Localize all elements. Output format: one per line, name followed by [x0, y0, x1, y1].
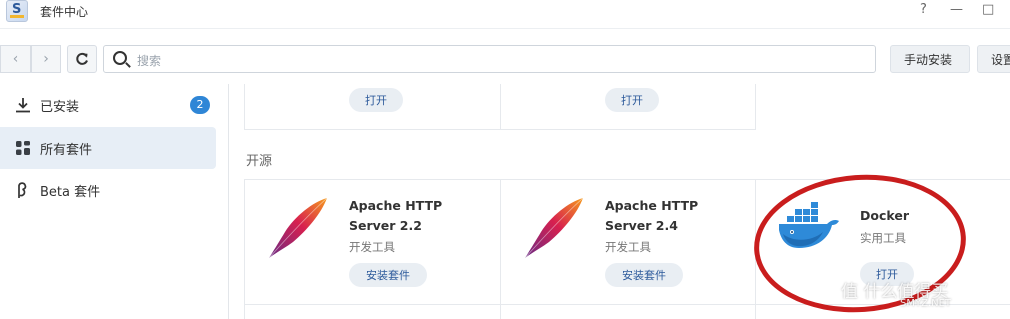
watermark-url: SMYZ.NET: [900, 298, 952, 309]
back-button[interactable]: ‹: [0, 45, 31, 73]
sidebar-item-label: 所有套件: [40, 142, 93, 158]
open-button[interactable]: 打开: [349, 88, 403, 112]
sidebar-item-label: Beta 套件: [40, 184, 101, 200]
card-border: [500, 84, 501, 130]
search-input[interactable]: 搜索: [103, 45, 876, 73]
settings-button[interactable]: 设置: [977, 45, 1010, 73]
chevron-right-icon: ›: [43, 51, 49, 67]
package-center-icon: S: [6, 0, 28, 22]
section-title-open-source: 开源: [246, 154, 273, 169]
chevron-left-icon: ‹: [12, 51, 19, 67]
sidebar-item-label: 已安装: [40, 99, 80, 115]
download-icon: [16, 98, 30, 113]
card-border: [500, 179, 501, 319]
package-name: Server 2.4: [605, 218, 678, 233]
package-name: Apache HTTP: [605, 198, 699, 213]
apache-feather-icon: [524, 197, 584, 259]
card-border: [755, 84, 756, 130]
help-button[interactable]: ?: [920, 2, 927, 17]
apache-feather-icon: [268, 197, 328, 259]
card-border: [244, 179, 245, 319]
forward-button[interactable]: ›: [31, 45, 61, 73]
open-button[interactable]: 打开: [605, 88, 659, 112]
refresh-button[interactable]: [67, 45, 97, 73]
grid-icon: [16, 141, 30, 155]
sidebar-item-beta[interactable]: Beta 套件: [0, 169, 216, 211]
refresh-icon: [76, 52, 88, 65]
minimize-button[interactable]: —: [950, 2, 963, 17]
search-placeholder: 搜索: [137, 54, 162, 68]
install-button[interactable]: 安装套件: [349, 263, 427, 287]
sidebar-item-all-packages[interactable]: 所有套件: [0, 127, 216, 169]
manual-install-button[interactable]: 手动安装: [890, 45, 970, 73]
search-icon: [113, 51, 127, 65]
installed-count-badge: 2: [190, 96, 210, 114]
card-border: [244, 129, 756, 130]
title-bar: S 套件中心 ? — □: [0, 0, 1010, 22]
title-divider: [0, 28, 1010, 29]
window-title: 套件中心: [40, 5, 89, 19]
install-button[interactable]: 安装套件: [605, 263, 683, 287]
sidebar: 已安装 2 所有套件 Beta 套件: [0, 84, 228, 319]
package-category: 开发工具: [349, 240, 395, 254]
sidebar-item-installed[interactable]: 已安装 2: [0, 84, 216, 126]
toolbar: ‹ › 搜索 手动安装 设置: [0, 40, 1010, 76]
package-category: 开发工具: [605, 240, 651, 254]
package-name: Apache HTTP: [349, 198, 443, 213]
beta-icon: [18, 182, 27, 198]
package-name: Server 2.2: [349, 218, 422, 233]
card-border: [244, 84, 245, 130]
maximize-button[interactable]: □: [982, 2, 994, 17]
